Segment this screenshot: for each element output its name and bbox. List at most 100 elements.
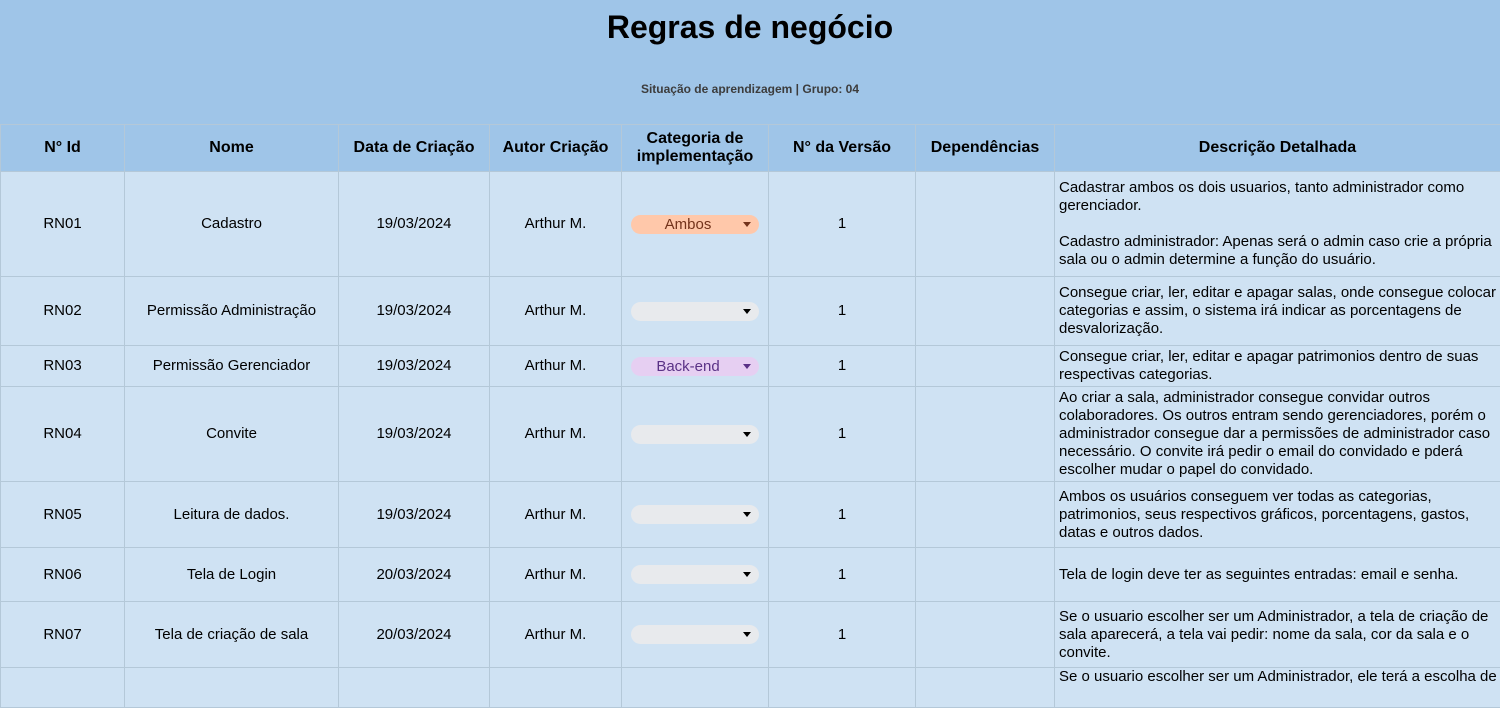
dropdown-arrow-icon	[743, 632, 751, 637]
header-categoria-line2: implementação	[637, 148, 753, 165]
category-dropdown[interactable]	[631, 565, 759, 584]
table-row: RN02Permissão Administração19/03/2024Art…	[1, 277, 1500, 346]
cell-categoria[interactable]: Ambos	[622, 172, 769, 277]
cell-dependencias[interactable]	[916, 602, 1055, 668]
cell-descricao[interactable]: Ao criar a sala, administrador consegue …	[1055, 387, 1500, 482]
cell-data[interactable]	[339, 668, 490, 708]
cell-nome[interactable]: Tela de criação de sala	[125, 602, 339, 668]
cell-categoria[interactable]	[622, 602, 769, 668]
cell-dependencias[interactable]	[916, 548, 1055, 602]
header-descricao[interactable]: Descrição Detalhada	[1055, 125, 1500, 172]
dropdown-arrow-icon	[743, 572, 751, 577]
cell-id[interactable]	[1, 668, 125, 708]
cell-descricao[interactable]: Se o usuario escolher ser um Administrad…	[1055, 668, 1500, 708]
dropdown-arrow-icon	[743, 222, 751, 227]
category-dropdown[interactable]	[631, 302, 759, 321]
dropdown-arrow-icon	[743, 432, 751, 437]
header-versao[interactable]: N° da Versão	[769, 125, 916, 172]
cell-categoria[interactable]	[622, 277, 769, 346]
cell-descricao[interactable]: Consegue criar, ler, editar e apagar sal…	[1055, 277, 1500, 346]
cell-nome[interactable]: Cadastro	[125, 172, 339, 277]
cell-dependencias[interactable]	[916, 172, 1055, 277]
table-body: RN01Cadastro19/03/2024Arthur M.Ambos1Cad…	[1, 172, 1500, 708]
category-dropdown[interactable]	[631, 625, 759, 644]
cell-id[interactable]: RN05	[1, 482, 125, 548]
cell-descricao[interactable]: Tela de login deve ter as seguintes entr…	[1055, 548, 1500, 602]
cell-categoria[interactable]	[622, 668, 769, 708]
cell-nome[interactable]	[125, 668, 339, 708]
table-row: RN04Convite19/03/2024Arthur M. 1 Ao criar …	[1, 387, 1500, 482]
category-dropdown[interactable]: Back-end	[631, 357, 759, 376]
cell-descricao[interactable]: Se o usuario escolher ser um Administrad…	[1055, 602, 1500, 668]
cell-data[interactable]: 19/03/2024	[339, 277, 490, 346]
table-row: RN05Leitura de dados.19/03/2024Arthur M.…	[1, 482, 1500, 548]
cell-id[interactable]: RN07	[1, 602, 125, 668]
cell-id[interactable]: RN04	[1, 387, 125, 482]
cell-data[interactable]: 19/03/2024	[339, 482, 490, 548]
cell-nome[interactable]: Permissão Administração	[125, 277, 339, 346]
cell-nome[interactable]: Convite	[125, 387, 339, 482]
dropdown-arrow-icon	[743, 364, 751, 369]
dropdown-arrow-icon	[743, 309, 751, 314]
header-nome[interactable]: Nome	[125, 125, 339, 172]
cell-id[interactable]: RN01	[1, 172, 125, 277]
cell-descricao[interactable]: Consegue criar, ler, editar e apagar pat…	[1055, 346, 1500, 387]
cell-data[interactable]: 19/03/2024	[339, 172, 490, 277]
cell-nome[interactable]: Tela de Login	[125, 548, 339, 602]
cell-data[interactable]: 20/03/2024	[339, 602, 490, 668]
category-dropdown[interactable]	[631, 505, 759, 524]
category-dropdown-label: Back-end	[656, 358, 719, 375]
page-title: Regras de negócio	[0, 8, 1500, 46]
table-row: Se o usuario escolher ser um Administrad…	[1, 668, 1500, 708]
cell-nome[interactable]: Permissão Gerenciador	[125, 346, 339, 387]
cell-dependencias[interactable]	[916, 482, 1055, 548]
cell-versao[interactable]: 1	[769, 346, 916, 387]
category-dropdown[interactable]	[631, 425, 759, 444]
cell-descricao[interactable]: Ambos os usuários conseguem ver todas as…	[1055, 482, 1500, 548]
table-row: RN07Tela de criação de sala20/03/2024Art…	[1, 602, 1500, 668]
cell-versao[interactable]: 1	[769, 387, 916, 482]
header-categoria[interactable]: Categoria deimplementação	[622, 125, 769, 172]
cell-dependencias[interactable]	[916, 387, 1055, 482]
cell-dependencias[interactable]	[916, 668, 1055, 708]
cell-autor[interactable]	[490, 668, 622, 708]
cell-categoria[interactable]	[622, 548, 769, 602]
cell-autor[interactable]: Arthur M.	[490, 172, 622, 277]
cell-versao[interactable]: 1	[769, 548, 916, 602]
cell-versao[interactable]	[769, 668, 916, 708]
header-dependencias[interactable]: Dependências	[916, 125, 1055, 172]
header-autor[interactable]: Autor Criação	[490, 125, 622, 172]
header-data[interactable]: Data de Criação	[339, 125, 490, 172]
rules-table: N° Id Nome Data de Criação Autor Criação…	[0, 124, 1500, 708]
cell-data[interactable]: 19/03/2024	[339, 346, 490, 387]
cell-categoria[interactable]	[622, 482, 769, 548]
cell-versao[interactable]: 1	[769, 602, 916, 668]
cell-dependencias[interactable]	[916, 346, 1055, 387]
table-row: RN03Permissão Gerenciador19/03/2024Arthu…	[1, 346, 1500, 387]
table-header-row: N° Id Nome Data de Criação Autor Criação…	[1, 125, 1500, 172]
table-row: RN01Cadastro19/03/2024Arthur M. Ambos 1 Cad…	[1, 172, 1500, 277]
cell-autor[interactable]: Arthur M.	[490, 346, 622, 387]
cell-nome[interactable]: Leitura de dados.	[125, 482, 339, 548]
cell-autor[interactable]: Arthur M.	[490, 482, 622, 548]
cell-versao[interactable]: 1	[769, 172, 916, 277]
cell-data[interactable]: 20/03/2024	[339, 548, 490, 602]
cell-data[interactable]: 19/03/2024	[339, 387, 490, 482]
cell-categoria[interactable]	[622, 387, 769, 482]
cell-dependencias[interactable]	[916, 277, 1055, 346]
category-dropdown[interactable]: Ambos	[631, 215, 759, 234]
cell-categoria[interactable]: Back-end	[622, 346, 769, 387]
cell-versao[interactable]: 1	[769, 482, 916, 548]
header-categoria-line1: Categoria de	[647, 130, 744, 147]
cell-autor[interactable]: Arthur M.	[490, 277, 622, 346]
cell-autor[interactable]: Arthur M.	[490, 548, 622, 602]
cell-autor[interactable]: Arthur M.	[490, 602, 622, 668]
header-id[interactable]: N° Id	[1, 125, 125, 172]
cell-autor[interactable]: Arthur M.	[490, 387, 622, 482]
cell-id[interactable]: RN02	[1, 277, 125, 346]
cell-id[interactable]: RN06	[1, 548, 125, 602]
cell-descricao[interactable]: Cadastrar ambos os dois usuarios, tanto …	[1055, 172, 1500, 277]
cell-id[interactable]: RN03	[1, 346, 125, 387]
dropdown-arrow-icon	[743, 512, 751, 517]
cell-versao[interactable]: 1	[769, 277, 916, 346]
